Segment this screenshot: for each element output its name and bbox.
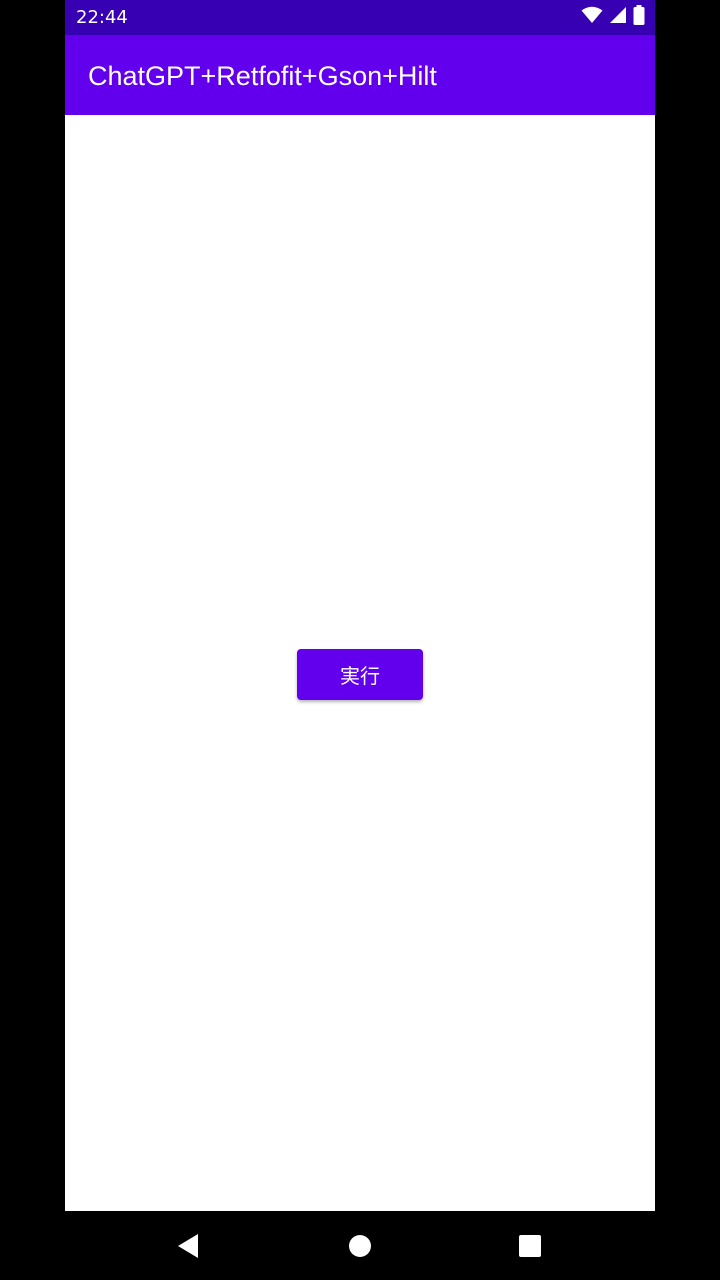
status-time: 22:44 <box>76 7 128 28</box>
recents-icon[interactable] <box>517 1233 543 1259</box>
signal-icon <box>609 6 627 28</box>
status-icons <box>581 5 645 29</box>
run-button[interactable]: 実行 <box>297 649 423 700</box>
status-bar: 22:44 <box>65 0 655 35</box>
home-icon[interactable] <box>347 1233 373 1259</box>
back-icon[interactable] <box>175 1233 201 1259</box>
wifi-icon <box>581 6 603 28</box>
navigation-bar <box>0 1211 720 1280</box>
app-bar: ChatGPT+Retfofit+Gson+Hilt <box>65 35 655 115</box>
device-frame: 22:44 ChatGPT+Retfofit+Gson+Hilt 実行 <box>0 0 720 1280</box>
main-content: 実行 <box>65 115 655 1211</box>
app-screen: 22:44 ChatGPT+Retfofit+Gson+Hilt 実行 <box>65 0 655 1211</box>
app-title: ChatGPT+Retfofit+Gson+Hilt <box>88 61 437 91</box>
battery-icon <box>633 5 645 29</box>
